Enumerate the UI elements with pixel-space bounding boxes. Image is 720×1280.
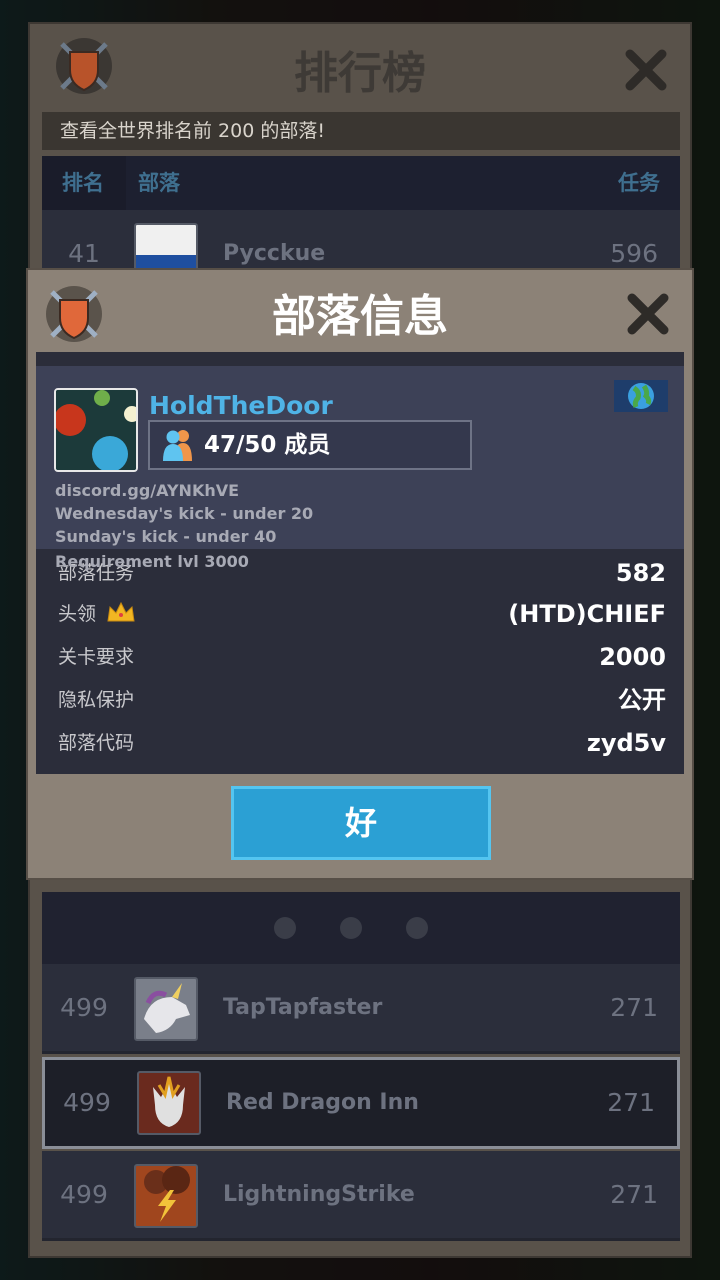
crown-icon xyxy=(107,601,135,622)
globe-flag-icon xyxy=(614,380,668,412)
stat-value: (HTD)CHIEF xyxy=(508,600,666,628)
row-clan-name: LightningStrike xyxy=(223,1182,415,1207)
page-dot[interactable] xyxy=(406,917,428,939)
clan-info-dialog: 部落信息 HoldTheDoor 47/50 成员 discord.gg/AYN… xyxy=(26,268,694,880)
close-icon[interactable] xyxy=(624,48,668,92)
pagination xyxy=(42,892,680,964)
stat-label: 关卡要求 xyxy=(58,646,135,668)
clan-avatar xyxy=(54,388,138,472)
row-rank: 499 xyxy=(42,964,126,1051)
stat-row-level-requirement: 关卡要求 2000 xyxy=(58,636,666,678)
lightning-avatar-icon xyxy=(134,1164,198,1228)
clan-column-header: 部落 xyxy=(138,171,180,195)
stat-row-privacy: 隐私保护 公开 xyxy=(58,679,666,721)
page-dot[interactable] xyxy=(340,917,362,939)
unicorn-avatar-icon xyxy=(134,977,198,1041)
rank-column-header: 排名 xyxy=(62,171,104,195)
close-icon[interactable] xyxy=(626,292,670,336)
row-clan-name: TapTapfaster xyxy=(223,995,383,1020)
clan-description-line: Requirement lvl 3000 xyxy=(55,552,249,571)
page-dot[interactable] xyxy=(274,917,296,939)
clan-description-line: Sunday's kick - under 40 xyxy=(55,527,277,546)
stat-label: 隐私保护 xyxy=(58,689,135,711)
leaderboard-header: 排名 部落 任务 xyxy=(42,156,680,210)
stat-value: 582 xyxy=(615,559,666,587)
stat-label: 部落代码 xyxy=(58,732,135,754)
leaderboard-title: 排行榜 xyxy=(294,48,426,99)
people-icon xyxy=(163,430,192,461)
table-row[interactable]: 499 LightningStrike 271 xyxy=(42,1151,680,1241)
clan-description-line: Wednesday's kick - under 20 xyxy=(55,504,314,523)
stat-value: 2000 xyxy=(599,643,666,671)
row-score: 271 xyxy=(607,1088,655,1117)
stat-row-leader: 头领 (HTD)CHIEF xyxy=(58,593,666,635)
clan-info-body: HoldTheDoor 47/50 成员 discord.gg/AYNKhVE … xyxy=(36,352,684,774)
dragon-avatar-icon xyxy=(137,1071,201,1135)
row-clan-name: Red Dragon Inn xyxy=(226,1090,419,1115)
ok-button[interactable]: 好 xyxy=(231,786,491,860)
stat-value: 公开 xyxy=(618,686,666,714)
clan-header-card: HoldTheDoor 47/50 成员 discord.gg/AYNKhVE … xyxy=(36,366,684,549)
stat-row-clan-code: 部落代码 zyd5v xyxy=(58,722,666,764)
clan-description-line: discord.gg/AYNKhVE xyxy=(55,481,240,500)
table-row-selected[interactable]: 499 Red Dragon Inn 271 xyxy=(42,1057,680,1149)
member-count: 47/50 成员 xyxy=(204,432,331,458)
dialog-title: 部落信息 xyxy=(272,291,448,342)
table-row[interactable]: 499 TapTapfaster 271 xyxy=(42,964,680,1054)
row-score: 271 xyxy=(610,993,658,1022)
stat-value: zyd5v xyxy=(586,729,666,757)
row-score: 271 xyxy=(610,1180,658,1209)
row-rank: 499 xyxy=(45,1060,129,1146)
row-rank: 499 xyxy=(42,1151,126,1238)
member-count-box: 47/50 成员 xyxy=(148,420,472,470)
leaderboard-subtitle: 查看全世界排名前 200 的部落! xyxy=(42,112,680,150)
stat-label: 头领 xyxy=(58,603,97,625)
quests-column-header: 任务 xyxy=(618,171,660,195)
